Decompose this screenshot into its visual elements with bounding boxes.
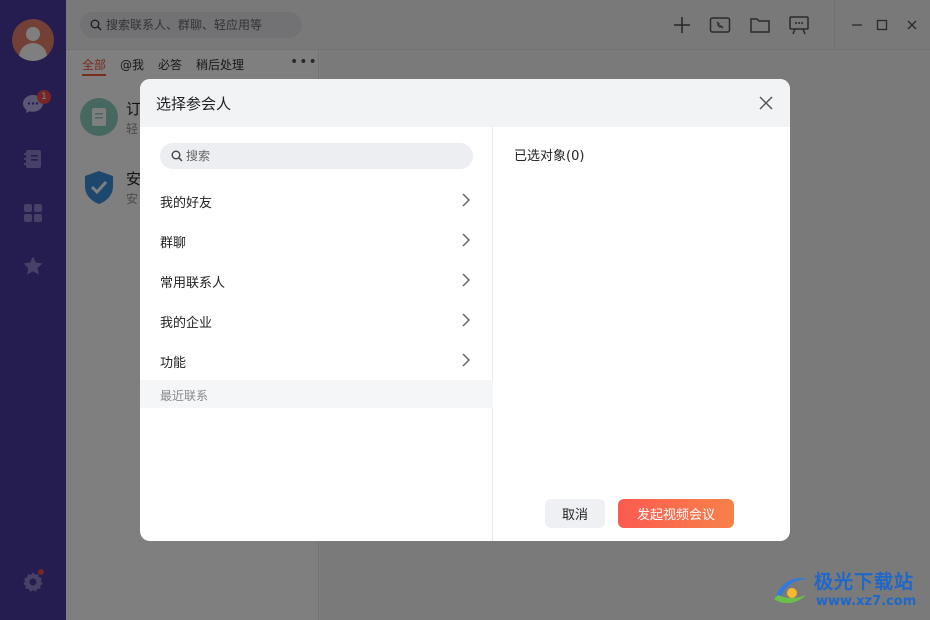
chevron-right-icon	[462, 313, 471, 327]
chevron-right-icon	[462, 353, 471, 367]
recent-contacts-header: 最近联系	[140, 380, 493, 408]
category-label: 我的企业	[160, 316, 213, 331]
watermark-name: 极光下载站	[814, 571, 915, 593]
participant-search-input[interactable]: 搜索	[160, 143, 473, 169]
category-label: 我的好友	[160, 196, 213, 211]
category-label: 群聊	[160, 236, 187, 251]
category-my-enterprise[interactable]: 我的企业	[140, 300, 493, 340]
cancel-button[interactable]: 取消	[545, 499, 605, 528]
dialog-header: 选择参会人	[140, 79, 790, 127]
select-participants-dialog: 选择参会人 搜索 我的好友 群聊 常用联系人 我的企业 功能 最近联系 已选对象…	[140, 79, 790, 541]
chevron-right-icon	[462, 233, 471, 247]
watermark: 极光下载站 www.xz7.com	[770, 567, 920, 613]
category-label: 功能	[160, 356, 187, 371]
dialog-title: 选择参会人	[156, 95, 232, 113]
start-video-meeting-button[interactable]: 发起视频会议	[618, 499, 734, 528]
chevron-right-icon	[462, 273, 471, 287]
chevron-right-icon	[462, 193, 471, 207]
selected-pane: 已选对象(0) 取消 发起视频会议	[494, 127, 790, 541]
category-my-friends[interactable]: 我的好友	[140, 180, 493, 220]
category-functions[interactable]: 功能	[140, 340, 493, 380]
category-group-chats[interactable]: 群聊	[140, 220, 493, 260]
recent-contacts-label: 最近联系	[160, 389, 209, 403]
category-pane: 搜索 我的好友 群聊 常用联系人 我的企业 功能 最近联系	[140, 127, 493, 541]
watermark-logo-icon	[774, 577, 808, 604]
category-label: 常用联系人	[160, 276, 226, 291]
selected-count-label: 已选对象(0)	[514, 149, 585, 164]
category-frequent-contacts[interactable]: 常用联系人	[140, 260, 493, 300]
search-icon	[171, 150, 183, 162]
participant-search-placeholder: 搜索	[186, 149, 211, 163]
close-icon[interactable]	[756, 93, 776, 113]
watermark-url: www.xz7.com	[816, 594, 917, 609]
